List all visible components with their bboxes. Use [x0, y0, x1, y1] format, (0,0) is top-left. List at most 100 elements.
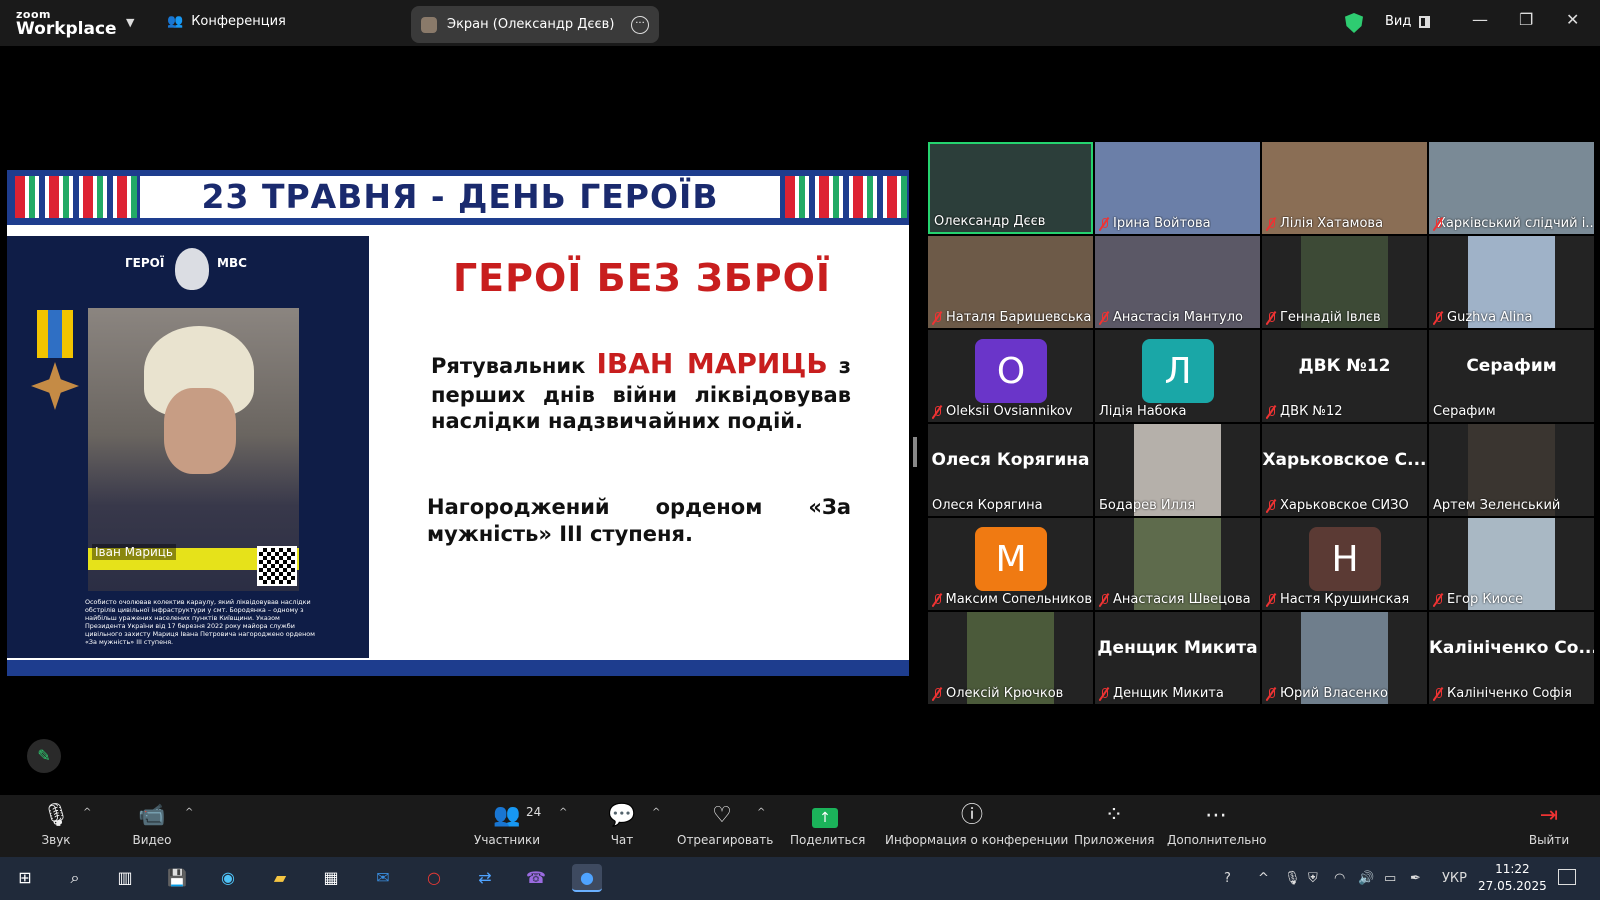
participant-tile[interactable]: Лілія Хатамова [1262, 142, 1427, 234]
share-button[interactable]: ↑ Поделиться [790, 801, 865, 847]
teamviewer-icon[interactable]: ⇄ [470, 864, 500, 892]
windows-start-icon[interactable]: ⊞ [10, 864, 40, 892]
restore-icon[interactable]: ❐ [1519, 10, 1533, 29]
participant-tile[interactable]: Егор Киосе [1429, 518, 1594, 610]
audio-options-caret[interactable]: ^ [83, 807, 91, 818]
taskbar-clock[interactable]: 11:22 27.05.2025 [1478, 861, 1547, 895]
participant-name: Настя Крушинская [1266, 592, 1409, 607]
chat-button[interactable]: 💬 Чат [606, 801, 638, 847]
save-disk-app-icon[interactable]: 💾 [162, 864, 192, 892]
leave-button[interactable]: ⇥ Выйти [1527, 801, 1571, 847]
layout-grid-icon [1419, 15, 1431, 28]
mic-muted-icon [932, 593, 942, 607]
react-button[interactable]: ♡ Отреагировать [677, 801, 774, 847]
participant-tile[interactable]: Наталя Баришевська [928, 236, 1093, 328]
battery-icon[interactable]: ▭ [1384, 871, 1396, 886]
encryption-shield-icon[interactable] [1345, 13, 1363, 33]
notifications-icon[interactable] [1558, 869, 1576, 885]
file-explorer-icon[interactable]: ▰ [265, 864, 295, 892]
participants-options-caret[interactable]: ^ [559, 807, 567, 818]
annotate-pen-icon[interactable]: ✎ [27, 739, 61, 773]
participant-tile[interactable]: Н Настя Крушинская [1262, 518, 1427, 610]
participant-tile[interactable]: Анастасия Швецова [1095, 518, 1260, 610]
participant-display-name: Серафим [1466, 356, 1557, 376]
help-icon[interactable]: ? [1224, 871, 1231, 886]
view-button[interactable]: Вид [1385, 14, 1431, 29]
participant-tile[interactable]: Серафим Серафим [1429, 330, 1594, 422]
participant-tile[interactable]: Юрий Власенко [1262, 612, 1427, 704]
participant-tile[interactable]: Олександр Дєєв [928, 142, 1093, 234]
participant-name: Ірина Войтова [1099, 216, 1211, 231]
meeting-info-button[interactable]: ⓘ Информация о конференции [885, 801, 1068, 847]
volume-icon[interactable]: 🔊 [1358, 871, 1374, 886]
apps-button[interactable]: ⁘ Приложения [1074, 801, 1155, 847]
chevron-down-icon[interactable]: ▼ [126, 16, 134, 29]
pen-tray-icon[interactable]: ✒ [1410, 871, 1421, 886]
participant-tile[interactable]: Калініченко Со... Калініченко Софія [1429, 612, 1594, 704]
chat-icon: 💬 [608, 803, 636, 828]
participant-name-text: Guzhva Alina [1447, 310, 1533, 325]
participant-tile[interactable]: Харківський слідчий і... [1429, 142, 1594, 234]
more-button[interactable]: ⋯ Дополнительно [1167, 801, 1267, 847]
participant-tile[interactable]: Ірина Войтова [1095, 142, 1260, 234]
search-icon[interactable]: ⌕ [60, 864, 90, 892]
leave-label: Выйти [1528, 833, 1570, 847]
participant-name-text: Олександр Дєєв [934, 214, 1046, 229]
task-view-icon[interactable]: ▥ [110, 864, 140, 892]
tray-shield-icon[interactable]: ⛨ [1308, 871, 1318, 886]
split-divider-handle[interactable] [913, 437, 917, 467]
react-label: Отреагировать [677, 833, 774, 847]
wifi-icon[interactable]: ◠ [1334, 871, 1345, 886]
more-icon: ⋯ [1205, 803, 1227, 828]
participant-tile[interactable]: Олексій Крючков [928, 612, 1093, 704]
p1-hero-name: ІВАН МАРИЦЬ [596, 347, 828, 380]
participant-tile[interactable]: Анастасія Мантуло [1095, 236, 1260, 328]
participant-name-text: Наталя Баришевська [946, 310, 1092, 325]
meeting-label[interactable]: 👥 Конференция [167, 14, 286, 29]
participant-tile[interactable]: Guzhva Alina [1429, 236, 1594, 328]
viber-icon[interactable]: ☎ [521, 864, 551, 892]
participant-name-text: Максим Сопельников [945, 592, 1093, 607]
video-button[interactable]: 📹 Видео [130, 801, 174, 847]
tray-mic-icon[interactable]: 🎙 [1284, 871, 1301, 886]
outlook-icon[interactable]: ✉ [368, 864, 398, 892]
participant-tile[interactable]: Геннадій Івлєв [1262, 236, 1427, 328]
participant-tile[interactable]: O Oleksii Ovsiannikov [928, 330, 1093, 422]
close-icon[interactable]: ✕ [1566, 10, 1579, 29]
participant-tile[interactable]: Артем Зеленський [1429, 424, 1594, 516]
mic-muted-icon [1266, 499, 1276, 513]
ms-store-icon[interactable]: ▦ [316, 864, 346, 892]
chat-options-caret[interactable]: ^ [652, 807, 660, 818]
mic-muted-icon [1099, 217, 1109, 231]
participant-tile[interactable]: Денщик Микита Денщик Микита [1095, 612, 1260, 704]
screen-share-indicator[interactable]: Экран (Олександр Дєєв) ··· [411, 6, 659, 43]
participant-tile[interactable]: М Максим Сопельников [928, 518, 1093, 610]
shared-screen-slide[interactable]: 23 ТРАВНЯ - ДЕНЬ ГЕРОЇВ ГЕРОЇ МВС Іван М… [7, 170, 909, 676]
opera-icon[interactable]: ○ [419, 864, 449, 892]
zoom-logo[interactable]: zoom Workplace [16, 9, 117, 38]
more-options-icon[interactable]: ··· [631, 15, 649, 34]
zoom-taskbar-icon[interactable]: ● [572, 864, 602, 892]
participant-tile[interactable]: Л Лідія Набока [1095, 330, 1260, 422]
participant-name: Денщик Микита [1099, 686, 1224, 701]
participants-count: 24 [526, 805, 542, 819]
participant-name-text: Олеся Корягина [932, 498, 1043, 513]
slide-paragraph-2: Нагороджений орденом «За мужність» ІІІ с… [427, 495, 851, 546]
participant-tile[interactable]: Харьковское С... Харьковское СИЗО [1262, 424, 1427, 516]
edge-browser-icon[interactable]: ◉ [213, 864, 243, 892]
participant-name: Харківський слідчий і... [1433, 216, 1593, 231]
participant-tile[interactable]: Бодарев Илля [1095, 424, 1260, 516]
participant-name: Харьковское СИЗО [1266, 498, 1409, 513]
poster-brand-right: МВС [217, 256, 247, 270]
participant-avatar-letter: Л [1142, 339, 1214, 403]
video-options-caret[interactable]: ^ [185, 807, 193, 818]
language-indicator[interactable]: УКР [1442, 871, 1467, 886]
tray-chevron-up-icon[interactable]: ^ [1258, 871, 1269, 886]
participant-tile[interactable]: ДВК №12 ДВК №12 [1262, 330, 1427, 422]
react-options-caret[interactable]: ^ [757, 807, 765, 818]
participant-tile[interactable]: Олеся Корягина Олеся Корягина [928, 424, 1093, 516]
participant-name-text: Oleksii Ovsiannikov [946, 404, 1073, 419]
participant-name-text: Настя Крушинская [1280, 592, 1410, 607]
audio-button[interactable]: 🎙 Звук [38, 801, 74, 847]
minimize-icon[interactable]: — [1472, 10, 1488, 29]
